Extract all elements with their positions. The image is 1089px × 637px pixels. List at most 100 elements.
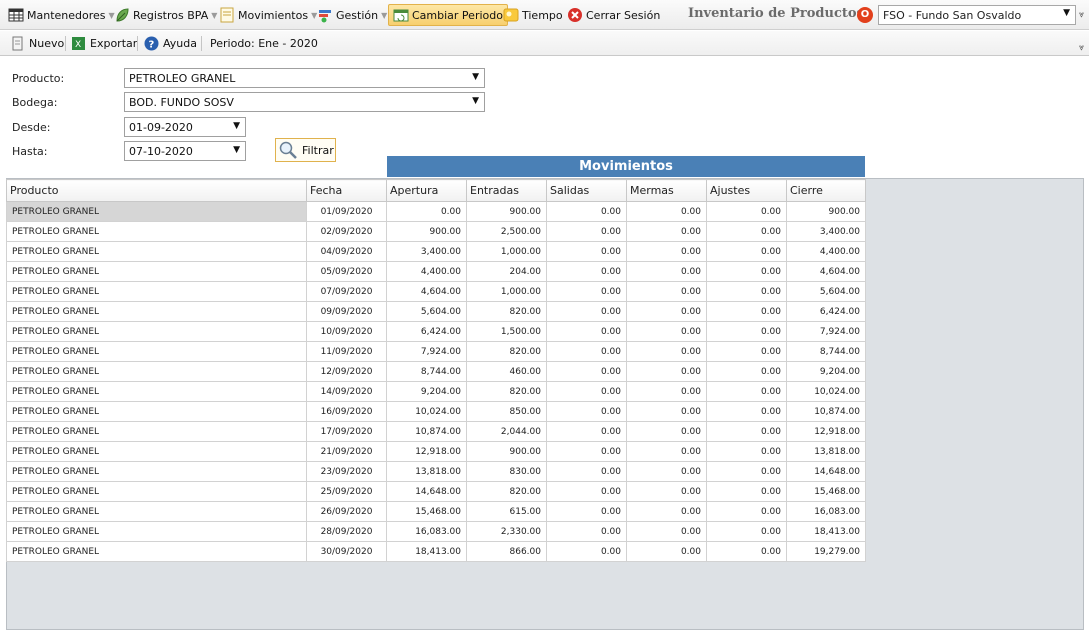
ayuda-button[interactable]: ? Ayuda [144, 35, 197, 52]
cell-apertura: 4,400.00 [386, 261, 467, 282]
cell-mermas: 0.00 [626, 361, 707, 382]
menu-cerrar-sesion[interactable]: Cerrar Sesión [567, 4, 660, 26]
table-row[interactable]: PETROLEO GRANEL 02/09/2020 900.00 2,500.00 0… [6, 221, 866, 242]
cell-apertura: 18,413.00 [386, 541, 467, 562]
table-row[interactable]: PETROLEO GRANEL 17/09/2020 10,874.00 2,044.… [6, 421, 866, 442]
close-circle-icon [567, 7, 583, 23]
sun-cloud-icon [503, 7, 519, 23]
table-row[interactable]: PETROLEO GRANEL 07/09/2020 4,604.00 1,000.0… [6, 281, 866, 302]
menu-movimientos[interactable]: Movimientos ▼ [219, 4, 317, 26]
collapse-toolbar-icon[interactable]: ⩔ [1079, 43, 1084, 53]
cell-ajustes: 0.00 [706, 201, 787, 222]
cell-fecha: 11/09/2020 [306, 341, 387, 362]
hasta-date-field[interactable]: 07-10-2020 ▼ [124, 141, 246, 161]
bodega-select[interactable]: BOD. FUNDO SOSV ▼ [124, 92, 485, 112]
cell-salidas: 0.00 [546, 321, 627, 342]
periodo-display: Periodo: Ene - 2020 [210, 35, 318, 52]
cell-producto: PETROLEO GRANEL [6, 241, 307, 262]
cell-salidas: 0.00 [546, 521, 627, 542]
cell-entradas: 820.00 [466, 481, 547, 502]
cell-mermas: 0.00 [626, 441, 707, 462]
desde-value: 01-09-2020 [129, 120, 193, 134]
table-row[interactable]: PETROLEO GRANEL 16/09/2020 10,024.00 850.00… [6, 401, 866, 422]
toolbar-divider [137, 36, 138, 51]
app-title: Inventario de Productos [688, 6, 864, 21]
cell-cierre: 4,604.00 [786, 261, 866, 282]
chevron-down-icon: ▼ [233, 121, 240, 131]
table-row[interactable]: PETROLEO GRANEL 21/09/2020 12,918.00 900.00… [6, 441, 866, 462]
table-row[interactable]: PETROLEO GRANEL 14/09/2020 9,204.00 820.00 0… [6, 381, 866, 402]
menu-tiempo[interactable]: Tiempo [503, 4, 563, 26]
collapse-menu-icon[interactable]: ⩔ [1079, 10, 1084, 20]
cell-salidas: 0.00 [546, 421, 627, 442]
table-header-row: Producto Fecha Apertura Entradas Salidas Merm… [6, 179, 866, 202]
table-row[interactable]: PETROLEO GRANEL 04/09/2020 3,400.00 1,000.0… [6, 241, 866, 262]
column-header-producto[interactable]: Producto [6, 179, 307, 202]
fundo-select[interactable]: FSO - Fundo San Osvaldo ▼ [878, 5, 1076, 25]
cell-fecha: 28/09/2020 [306, 521, 387, 542]
chevron-down-icon: ▼ [472, 72, 479, 82]
cell-fecha: 25/09/2020 [306, 481, 387, 502]
table-row[interactable]: PETROLEO GRANEL 30/09/2020 18,413.00 866.00… [6, 541, 866, 562]
menu-cambiar-periodo[interactable]: Cambiar Periodo [388, 4, 508, 26]
column-header-apertura[interactable]: Apertura [386, 179, 467, 202]
table-row[interactable]: PETROLEO GRANEL 28/09/2020 16,083.00 2,330.… [6, 521, 866, 542]
cell-salidas: 0.00 [546, 541, 627, 562]
cell-ajustes: 0.00 [706, 481, 787, 502]
desde-date-field[interactable]: 01-09-2020 ▼ [124, 117, 246, 137]
column-header-ajustes[interactable]: Ajustes [706, 179, 787, 202]
menu-gestion[interactable]: Gestión ▼ [317, 4, 387, 26]
exportar-button[interactable]: X Exportar [71, 35, 137, 52]
toolbar-divider [65, 36, 66, 51]
producto-label: Producto: [12, 72, 65, 85]
cell-mermas: 0.00 [626, 541, 707, 562]
cell-cierre: 8,744.00 [786, 341, 866, 362]
table-row[interactable]: PETROLEO GRANEL 12/09/2020 8,744.00 460.00 0… [6, 361, 866, 382]
cell-apertura: 16,083.00 [386, 521, 467, 542]
cell-apertura: 4,604.00 [386, 281, 467, 302]
column-header-fecha[interactable]: Fecha [306, 179, 387, 202]
cell-apertura: 5,604.00 [386, 301, 467, 322]
producto-select[interactable]: PETROLEO GRANEL ▼ [124, 68, 485, 88]
cell-producto: PETROLEO GRANEL [6, 421, 307, 442]
cell-cierre: 12,918.00 [786, 421, 866, 442]
cell-salidas: 0.00 [546, 401, 627, 422]
cell-entradas: 460.00 [466, 361, 547, 382]
menu-mantenedores-label: Mantenedores [27, 8, 106, 22]
cell-ajustes: 0.00 [706, 361, 787, 382]
cell-fecha: 10/09/2020 [306, 321, 387, 342]
table-row[interactable]: PETROLEO GRANEL 11/09/2020 7,924.00 820.00 0… [6, 341, 866, 362]
menu-mantenedores[interactable]: Mantenedores ▼ [8, 4, 115, 26]
column-header-salidas[interactable]: Salidas [546, 179, 627, 202]
toolbar: Nuevo X Exportar ? Ayuda Periodo: Ene - … [0, 31, 1089, 56]
cell-producto: PETROLEO GRANEL [6, 201, 307, 222]
table-row[interactable]: PETROLEO GRANEL 26/09/2020 15,468.00 615.00… [6, 501, 866, 522]
chevron-down-icon: ▼ [1063, 8, 1070, 18]
cell-cierre: 9,204.00 [786, 361, 866, 382]
column-header-entradas[interactable]: Entradas [466, 179, 547, 202]
cell-salidas: 0.00 [546, 261, 627, 282]
menu-registros-bpa[interactable]: Registros BPA ▼ [114, 4, 217, 26]
cell-mermas: 0.00 [626, 241, 707, 262]
table-row[interactable]: PETROLEO GRANEL 23/09/2020 13,818.00 830.00… [6, 461, 866, 482]
main-menu-bar: Mantenedores ▼ Registros BPA ▼ Movimient… [0, 0, 1089, 30]
nuevo-button[interactable]: Nuevo [10, 35, 64, 52]
cell-entradas: 830.00 [466, 461, 547, 482]
table-row[interactable]: PETROLEO GRANEL 05/09/2020 4,400.00 204.00 0… [6, 261, 866, 282]
cell-entradas: 2,330.00 [466, 521, 547, 542]
table-row[interactable]: PETROLEO GRANEL 10/09/2020 6,424.00 1,500.0… [6, 321, 866, 342]
filtrar-button[interactable]: Filtrar [275, 138, 336, 162]
table-row[interactable]: PETROLEO GRANEL 09/09/2020 5,604.00 820.00 0… [6, 301, 866, 322]
table-row[interactable]: PETROLEO GRANEL 01/09/2020 0.00 900.00 0.00 0… [6, 201, 866, 222]
cell-ajustes: 0.00 [706, 521, 787, 542]
cell-cierre: 14,648.00 [786, 461, 866, 482]
cell-mermas: 0.00 [626, 481, 707, 502]
column-header-cierre[interactable]: Cierre [786, 179, 866, 202]
column-header-mermas[interactable]: Mermas [626, 179, 707, 202]
cell-fecha: 02/09/2020 [306, 221, 387, 242]
menu-cerrar-sesion-label: Cerrar Sesión [586, 8, 661, 22]
filtrar-label: Filtrar [302, 143, 334, 157]
table-row[interactable]: PETROLEO GRANEL 25/09/2020 14,648.00 820.00… [6, 481, 866, 502]
cell-ajustes: 0.00 [706, 281, 787, 302]
cell-entradas: 866.00 [466, 541, 547, 562]
